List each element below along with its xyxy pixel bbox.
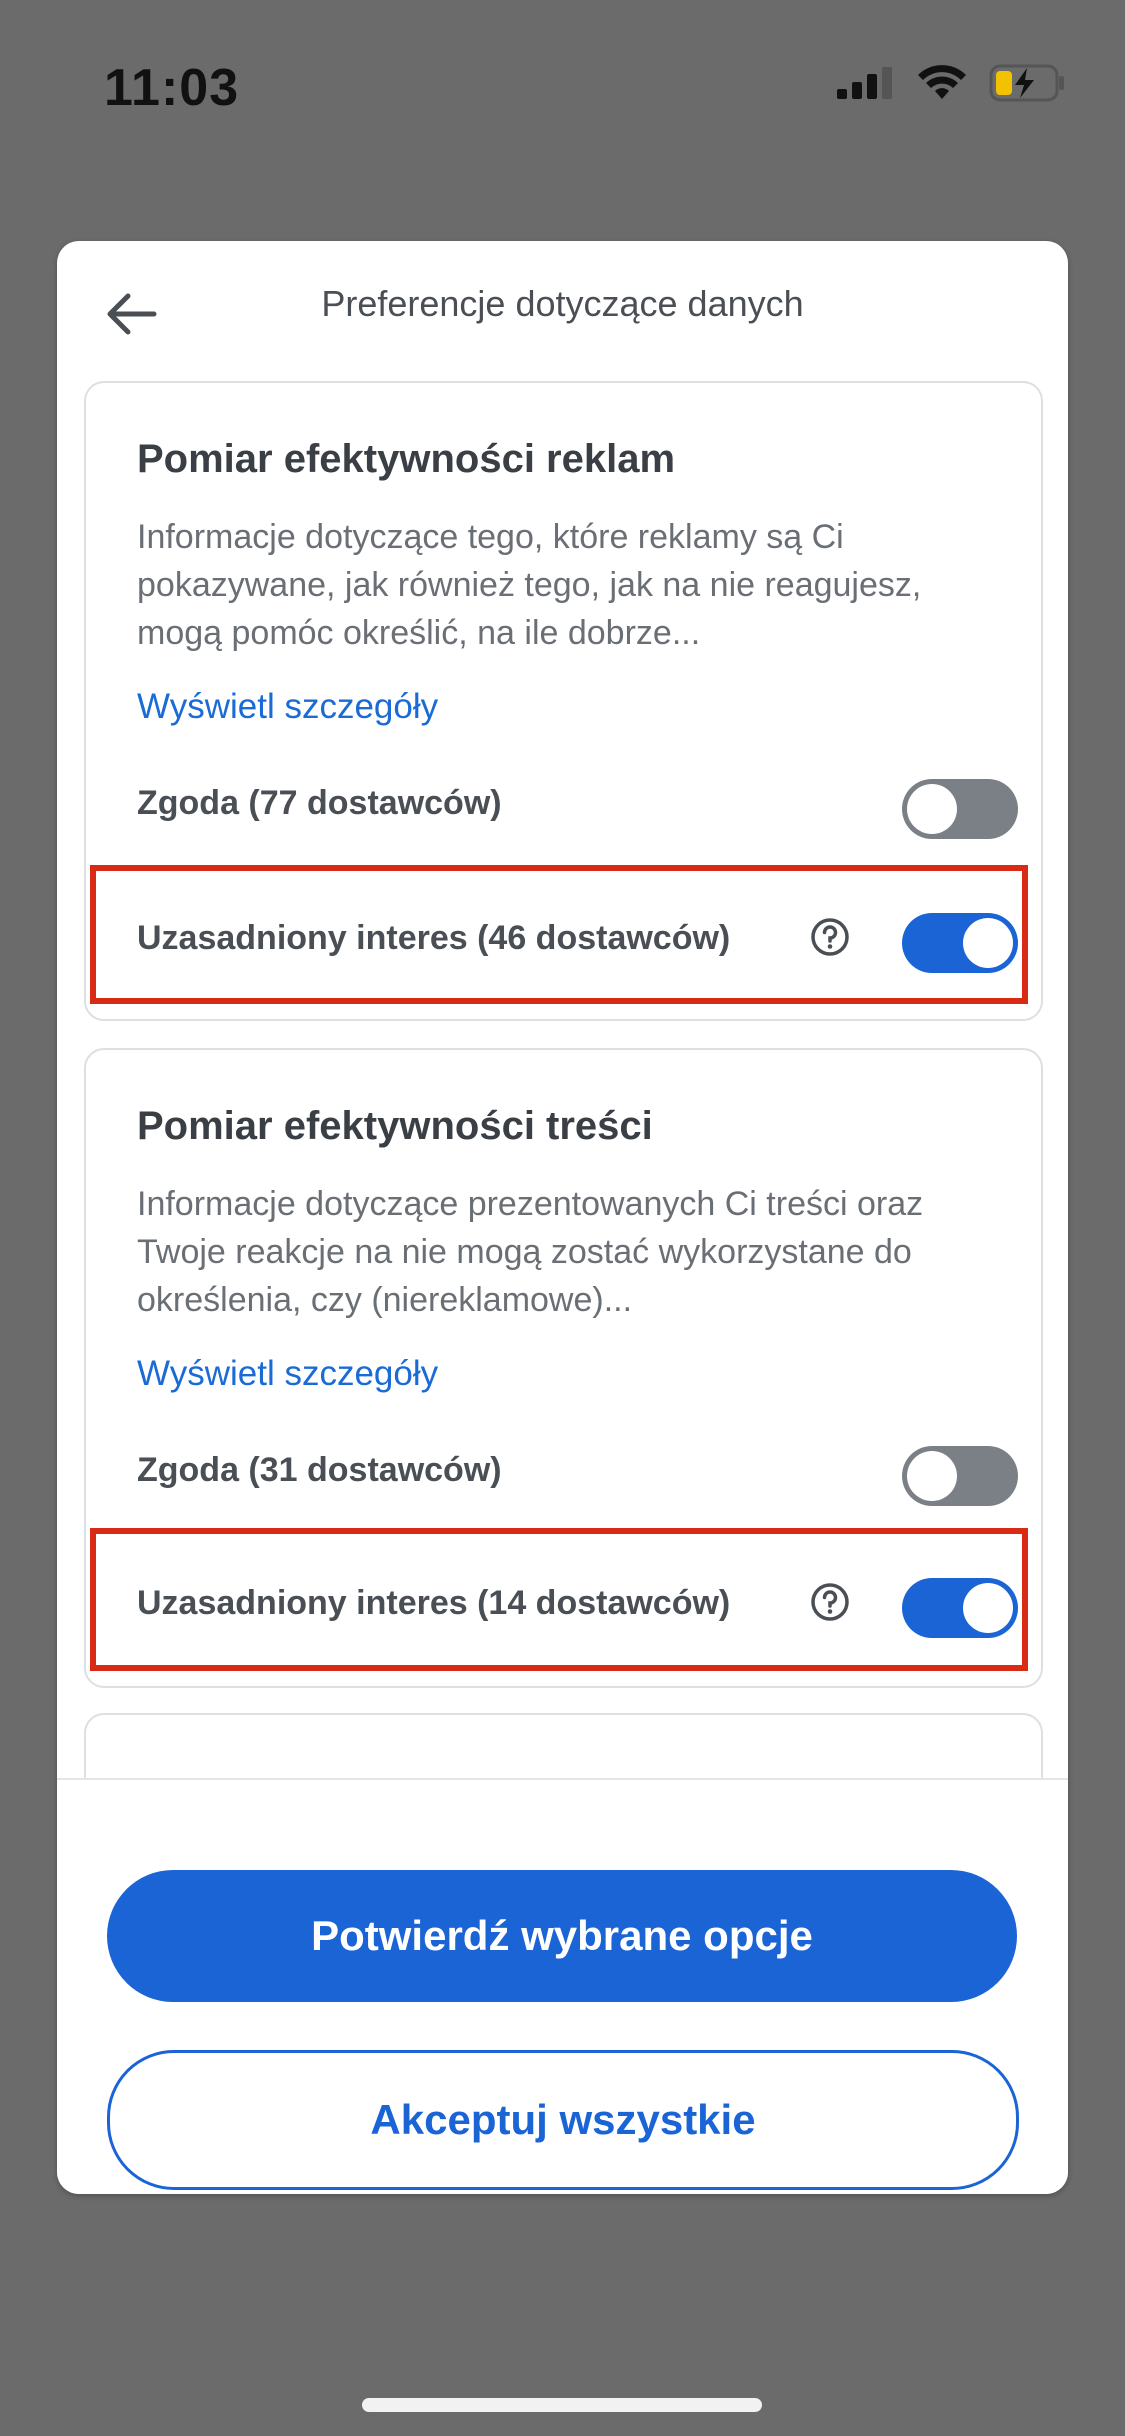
toggle-knob	[907, 784, 957, 834]
view-details-link[interactable]: Wyświetl szczegóły	[137, 1354, 438, 1394]
card-description: Informacje dotyczące tego, które reklamy…	[137, 518, 922, 652]
view-details-link[interactable]: Wyświetl szczegóły	[137, 687, 438, 727]
wifi-icon	[918, 65, 966, 99]
consent-toggle[interactable]	[902, 1446, 1018, 1506]
data-preferences-dialog: Preferencje dotyczące danych Pomiar efek…	[57, 241, 1068, 2194]
toggle-knob	[907, 1451, 957, 1501]
dialog-title: Preferencje dotyczące danych	[321, 283, 804, 324]
card-title: Pomiar efektywności treści	[137, 1104, 653, 1148]
highlight-box	[90, 1528, 1028, 1671]
purposes-list[interactable]: Pomiar efektywności reklam Informacje do…	[57, 381, 1068, 2021]
card-title: Pomiar efektywności reklam	[137, 437, 676, 481]
consent-label: Zgoda (77 dostawców)	[137, 784, 502, 822]
highlight-box	[90, 865, 1028, 1004]
battery-charging-icon	[989, 64, 1064, 102]
dialog-header: Preferencje dotyczące danych	[57, 241, 1068, 371]
card-description: Informacje dotyczące prezentowanych Ci t…	[137, 1185, 924, 1319]
dialog-footer: Potwierdź wybrane opcje Akceptuj wszystk…	[57, 1778, 1068, 2194]
consent-toggle[interactable]	[902, 779, 1018, 839]
home-indicator[interactable]	[362, 2398, 762, 2412]
signal-icon	[837, 67, 892, 99]
consent-label: Zgoda (31 dostawców)	[137, 1451, 502, 1489]
accept-all-button[interactable]: Akceptuj wszystkie	[107, 2050, 1019, 2190]
status-time: 11:03	[104, 59, 240, 117]
status-icons	[837, 64, 1067, 102]
confirm-selection-button[interactable]: Potwierdź wybrane opcje	[107, 1870, 1017, 2002]
